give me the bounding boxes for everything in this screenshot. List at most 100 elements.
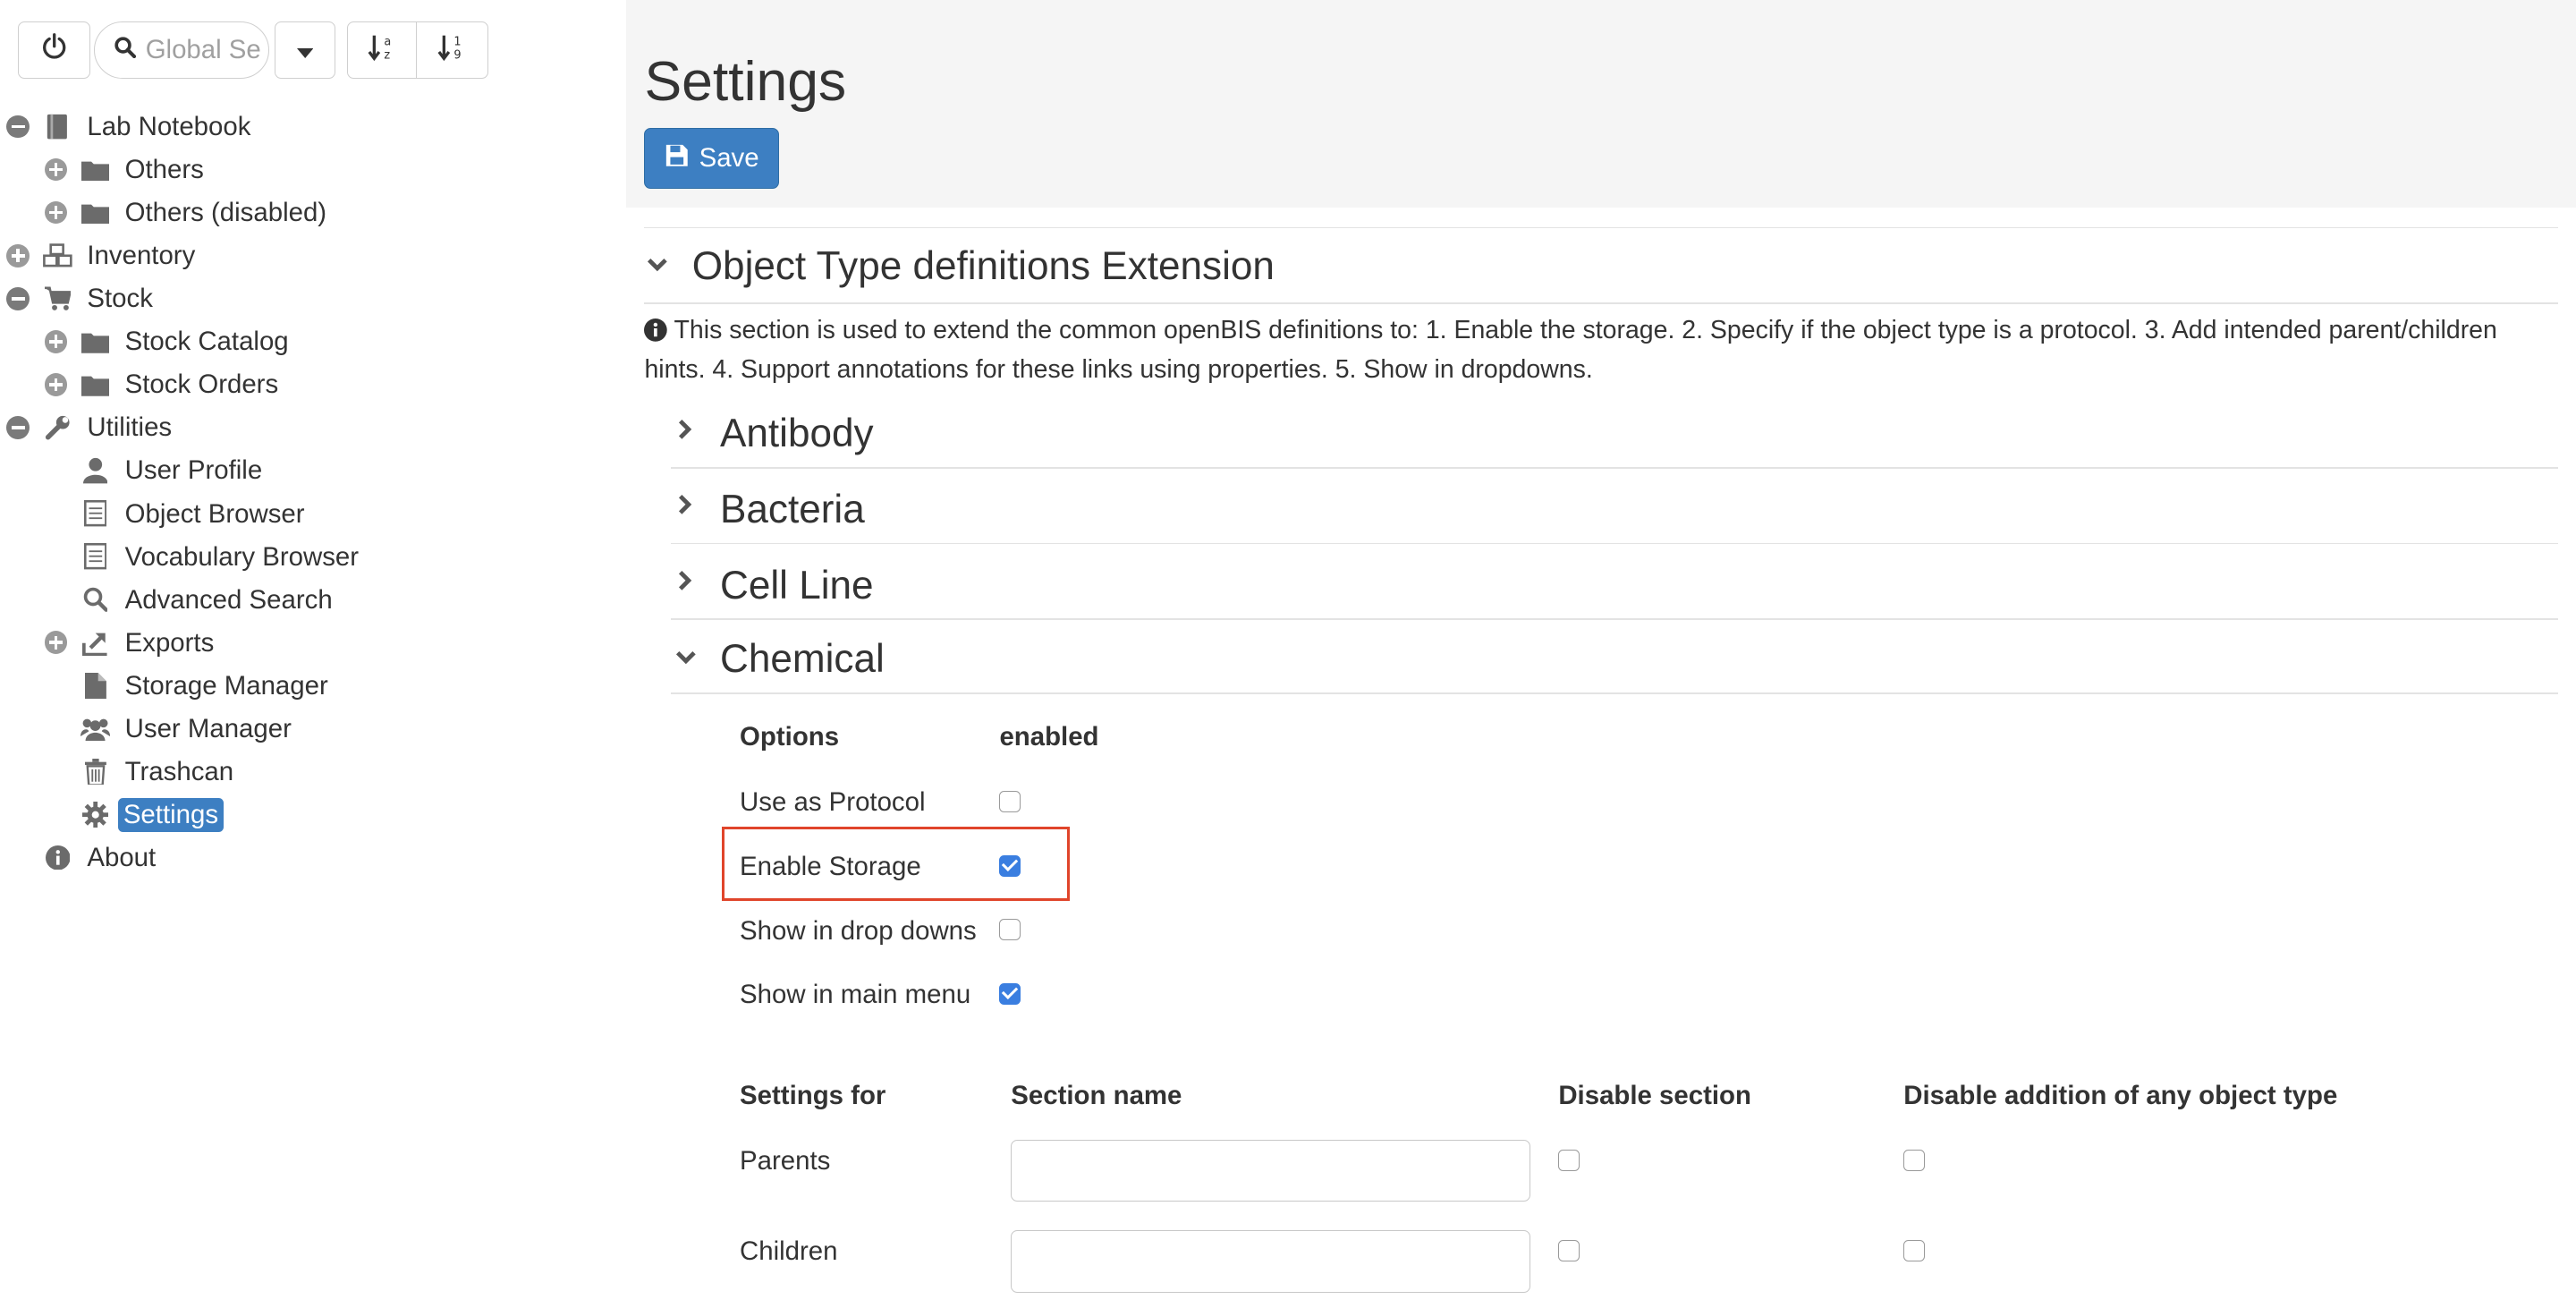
sort-ascending-button[interactable]: az <box>346 21 418 80</box>
tree-item[interactable]: Stock Catalog <box>0 320 624 363</box>
type-toggle[interactable] <box>674 419 698 445</box>
type-toggle[interactable] <box>674 646 698 669</box>
logout-button[interactable] <box>18 21 91 80</box>
section-title: Object Type definitions Extension <box>691 244 1275 288</box>
links-column-header: Settings for <box>740 1080 886 1110</box>
power-icon <box>41 33 67 66</box>
divider <box>670 618 2558 620</box>
svg-text:a: a <box>384 35 391 48</box>
type-toggle[interactable] <box>674 570 698 596</box>
section-name-input[interactable] <box>1011 1229 1531 1293</box>
tree-item-label: Lab Notebook <box>87 111 251 141</box>
tree-item-label: User Manager <box>124 713 292 743</box>
options-header: Options <box>740 721 840 752</box>
tree-item[interactable]: Lab Notebook <box>0 106 624 149</box>
info-icon <box>644 316 668 352</box>
tree-item[interactable]: Utilities <box>0 406 624 449</box>
expand-icon[interactable] <box>44 157 68 182</box>
tree-item-label: Others (disabled) <box>124 198 327 228</box>
tree-item[interactable]: Storage Manager <box>0 664 624 707</box>
tree-item-label: Storage Manager <box>124 670 328 701</box>
tree-item-label: Utilities <box>87 412 173 443</box>
tree-item[interactable]: User Manager <box>0 707 624 750</box>
tree-item[interactable]: Exports <box>0 621 624 664</box>
global-search-input[interactable] <box>142 33 264 67</box>
sort-numeric-icon: 19 <box>437 32 467 69</box>
tree-item[interactable]: User Profile <box>0 449 624 492</box>
tree-item-label: Stock <box>87 284 153 314</box>
tree-item-label: Advanced Search <box>124 584 333 615</box>
tree-item[interactable]: Inventory <box>0 234 624 277</box>
tree-item[interactable]: Others <box>0 149 624 191</box>
collapse-icon[interactable] <box>6 416 30 439</box>
collapse-icon[interactable] <box>6 286 30 310</box>
info-icon <box>43 843 72 872</box>
list-icon <box>80 542 110 572</box>
tree-item[interactable]: Stock Orders <box>0 363 624 406</box>
links-column-header: Disable addition of any object type <box>1903 1080 2338 1110</box>
tree-item-label: Object Browser <box>124 498 305 529</box>
divider <box>644 302 2558 304</box>
expand-icon[interactable] <box>44 631 68 655</box>
sort-alpha-icon: az <box>368 32 397 69</box>
disable-addition-checkbox[interactable] <box>1903 1149 1926 1171</box>
save-button[interactable]: Save <box>644 128 780 190</box>
section-collapse-toggle[interactable] <box>646 253 669 276</box>
sort-numeric-button[interactable]: 19 <box>415 21 488 80</box>
option-checkbox[interactable] <box>999 919 1021 941</box>
tree-item[interactable]: About <box>0 837 624 879</box>
object-type-title[interactable]: Bacteria <box>720 487 865 532</box>
tree-item[interactable]: Settings <box>0 794 624 837</box>
object-type-title[interactable]: Antibody <box>720 411 874 456</box>
page-title: Settings <box>644 50 847 114</box>
section-name-input[interactable] <box>1011 1139 1531 1202</box>
tree-item[interactable]: Others (disabled) <box>0 191 624 234</box>
tree-item[interactable]: Vocabulary Browser <box>0 535 624 578</box>
user-icon <box>80 455 110 485</box>
enabled-header: enabled <box>999 721 1099 752</box>
export-icon <box>80 628 110 658</box>
tree-item[interactable]: Trashcan <box>0 751 624 794</box>
disable-section-checkbox[interactable] <box>1558 1239 1580 1261</box>
section-description: This section is used to extend the commo… <box>644 312 2551 388</box>
tree-item[interactable]: Stock <box>0 277 624 320</box>
divider <box>670 542 2558 545</box>
chevron-down-icon <box>674 642 698 673</box>
floppy-disk-icon <box>665 143 690 175</box>
cart-icon <box>43 284 72 313</box>
object-type-title[interactable]: Cell Line <box>720 563 874 608</box>
expand-icon[interactable] <box>44 200 68 225</box>
tree-item-label: Others <box>124 155 204 184</box>
chevron-right-icon <box>677 493 693 523</box>
disable-section-checkbox[interactable] <box>1558 1149 1580 1171</box>
chevron-right-icon <box>677 568 693 599</box>
folder-icon <box>80 327 110 356</box>
object-type-title[interactable]: Chemical <box>720 636 885 682</box>
search-options-dropdown[interactable] <box>274 21 335 80</box>
expand-icon[interactable] <box>44 373 68 396</box>
list-icon <box>80 499 110 529</box>
tree-item-label: Trashcan <box>124 756 234 786</box>
trash-icon <box>80 757 110 786</box>
folder-icon <box>80 369 110 399</box>
tree-item[interactable]: Advanced Search <box>0 578 624 621</box>
search-icon <box>80 585 110 615</box>
type-toggle[interactable] <box>674 495 698 520</box>
chevron-right-icon <box>677 417 693 447</box>
tree-item[interactable]: Object Browser <box>0 492 624 535</box>
divider <box>670 466 2558 469</box>
gear-icon <box>80 800 110 829</box>
links-row-label: Parents <box>740 1146 831 1176</box>
global-search[interactable] <box>93 21 270 80</box>
option-checkbox[interactable] <box>999 983 1021 1005</box>
search-icon <box>114 35 136 65</box>
expand-icon[interactable] <box>44 329 68 353</box>
folder-icon <box>80 198 110 227</box>
expand-icon[interactable] <box>6 243 30 268</box>
links-column-header: Section name <box>1011 1080 1182 1110</box>
collapse-icon[interactable] <box>6 115 30 139</box>
highlight-annotation <box>721 827 1071 902</box>
disable-addition-checkbox[interactable] <box>1903 1239 1926 1261</box>
tree-item-label: User Profile <box>124 455 263 486</box>
option-checkbox[interactable] <box>999 791 1021 812</box>
